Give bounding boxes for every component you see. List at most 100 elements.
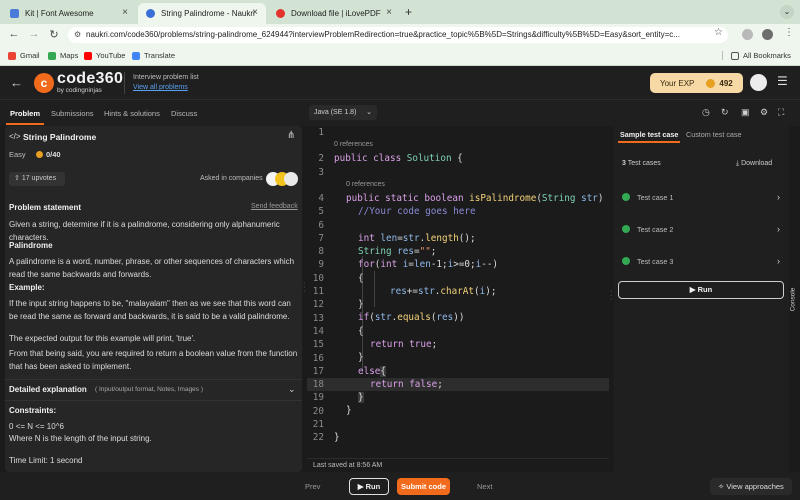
all-bookmarks[interactable]: All Bookmarks	[722, 51, 791, 60]
send-feedback-link[interactable]: Send feedback	[251, 203, 298, 210]
code-lens-references[interactable]: 0 references	[346, 181, 385, 188]
run-button[interactable]: ▶ Run	[349, 478, 389, 495]
chevron-right-icon: ›	[777, 192, 780, 202]
chevron-down-icon[interactable]: ⌄	[288, 384, 296, 395]
next-button[interactable]: Next	[477, 482, 492, 491]
reset-icon[interactable]: ↻	[721, 107, 729, 118]
bookmark-label: Gmail	[20, 51, 40, 60]
test-case-item[interactable]: Test case 2 ›	[622, 222, 784, 236]
close-tab-icon[interactable]: ×	[122, 7, 128, 18]
exp-badge[interactable]: Your EXP 492	[650, 73, 743, 93]
test-case-item[interactable]: Test case 3 ›	[622, 254, 784, 268]
browser-tab-string-palindrome[interactable]: String Palindrome - Naukri C ×	[138, 3, 266, 24]
view-approaches-button[interactable]: ✧ View approaches	[710, 478, 792, 495]
run-label: Run	[365, 482, 381, 491]
tab-discuss[interactable]: Discuss	[171, 109, 197, 118]
browser-tab-font-awesome[interactable]: Kit | Font Awesome ×	[2, 3, 136, 24]
code-line-15: return true;	[370, 339, 437, 350]
code360-logo-icon[interactable]: c	[34, 73, 54, 93]
view-all-problems-link[interactable]: View all problems	[133, 84, 188, 91]
profile-avatar-icon[interactable]	[762, 29, 773, 40]
panel-resize-handle[interactable]: · · ·	[303, 280, 305, 295]
code-line-14: {	[358, 326, 364, 337]
test-case-count: 3 Test cases	[622, 160, 661, 167]
back-arrow-icon[interactable]: ←	[10, 75, 23, 90]
time-limit: Time Limit: 1 second	[9, 456, 83, 465]
line-number: 20	[312, 405, 324, 417]
run-tests-button[interactable]: ▶ Run	[618, 281, 784, 299]
var: res	[397, 246, 414, 257]
bookmark-maps[interactable]: Maps	[48, 51, 78, 60]
panel-resize-handle[interactable]: · · ·	[610, 288, 612, 303]
forward-arrow-icon[interactable]: →	[26, 28, 42, 40]
tab-custom-test-case[interactable]: Custom test case	[686, 130, 742, 139]
extension-icon[interactable]	[742, 29, 753, 40]
keyword: int	[380, 259, 403, 270]
run-label: Run	[697, 285, 713, 294]
url-text: naukri.com/code360/problems/string-palin…	[86, 30, 680, 39]
tab-problem[interactable]: Problem	[10, 109, 40, 118]
logo-title[interactable]: code360	[57, 70, 123, 88]
close-tab-icon[interactable]: ×	[386, 7, 392, 18]
console-label[interactable]: Console	[789, 288, 796, 312]
bookmark-star-icon[interactable]: ☆	[714, 27, 723, 38]
fullscreen-icon[interactable]: ⛶	[778, 107, 784, 118]
tab-submissions[interactable]: Submissions	[51, 109, 94, 118]
ilovepdf-favicon-icon	[276, 9, 285, 18]
upvote-button[interactable]: ⇧ 17 upvotes	[9, 172, 65, 186]
code-editor[interactable]: 1 2 3 4 5 6 7 8 9 10 11 12 13 14 15 16 17 18 19 20 21 22 0 re…	[307, 126, 609, 458]
browser-menu-icon[interactable]: ⋮	[784, 27, 794, 38]
browser-tab-ilovepdf[interactable]: Download file | iLovePDF ×	[268, 3, 400, 24]
line-number: 14	[312, 325, 324, 337]
new-tab-icon[interactable]: +	[405, 5, 412, 19]
code-line-19: }	[358, 392, 364, 403]
user-avatar[interactable]	[750, 74, 767, 91]
console-sidebar[interactable]: Console	[789, 126, 800, 472]
palindrome-definition: A palindrome is a word, number, phrase, …	[9, 257, 295, 279]
line-number: 2	[318, 153, 324, 165]
param: str	[575, 193, 598, 204]
palindrome-heading: Palindrome	[9, 241, 53, 250]
punct: -1;	[430, 259, 448, 270]
submit-code-button[interactable]: Submit code	[397, 478, 450, 495]
tab-hints-solutions[interactable]: Hints & solutions	[104, 109, 160, 118]
detailed-explanation-toggle[interactable]: Detailed explanation	[9, 385, 87, 394]
bookmarks-bar: Gmail Maps YouTube Translate All Bookmar…	[0, 46, 800, 66]
punct: );	[485, 286, 497, 297]
bookmark-translate[interactable]: Translate	[132, 51, 175, 60]
keyword: return	[370, 339, 410, 350]
layout-icon[interactable]: ▣	[741, 107, 750, 118]
settings-gear-icon[interactable]: ⚙	[760, 107, 768, 118]
line-number: 6	[318, 219, 324, 231]
language-select[interactable]: Java (SE 1.8) ⌄	[309, 105, 377, 120]
hamburger-menu-icon[interactable]: ☰	[777, 74, 788, 88]
active-tab-indicator	[6, 123, 44, 125]
download-button[interactable]: ⤓ Download	[736, 160, 772, 168]
indent-guide	[374, 271, 375, 307]
company-logo-3[interactable]	[284, 172, 298, 186]
naukri-favicon-icon	[146, 9, 155, 18]
back-arrow-icon[interactable]: ←	[6, 28, 22, 40]
code-lens-references[interactable]: 0 references	[334, 141, 373, 148]
share-icon[interactable]: ⋔	[287, 130, 295, 141]
method: equals	[397, 312, 431, 323]
line-number: 12	[312, 299, 324, 311]
check-circle-icon	[622, 193, 630, 201]
line-number: 15	[312, 339, 324, 351]
tab-sample-test-case[interactable]: Sample test case	[620, 130, 678, 139]
prev-button[interactable]: Prev	[305, 482, 320, 491]
test-case-item[interactable]: Test case 1 ›	[622, 190, 784, 204]
punct: ;	[437, 379, 443, 390]
reload-icon[interactable]: ↻	[46, 28, 62, 41]
method: length	[425, 233, 459, 244]
interview-label: Interview problem list	[133, 74, 199, 81]
bookmark-youtube[interactable]: YouTube	[84, 51, 125, 60]
code-line-2: public class Solution {	[334, 153, 463, 164]
url-field[interactable]: ⚙ naukri.com/code360/problems/string-pal…	[68, 27, 728, 43]
site-info-icon[interactable]: ⚙	[74, 27, 81, 43]
timer-icon[interactable]: ◷	[702, 107, 710, 118]
tab-search-icon[interactable]: ⌄	[780, 5, 794, 19]
bookmark-gmail[interactable]: Gmail	[8, 51, 40, 60]
close-tab-icon[interactable]: ×	[252, 7, 258, 18]
var: str	[402, 233, 420, 244]
